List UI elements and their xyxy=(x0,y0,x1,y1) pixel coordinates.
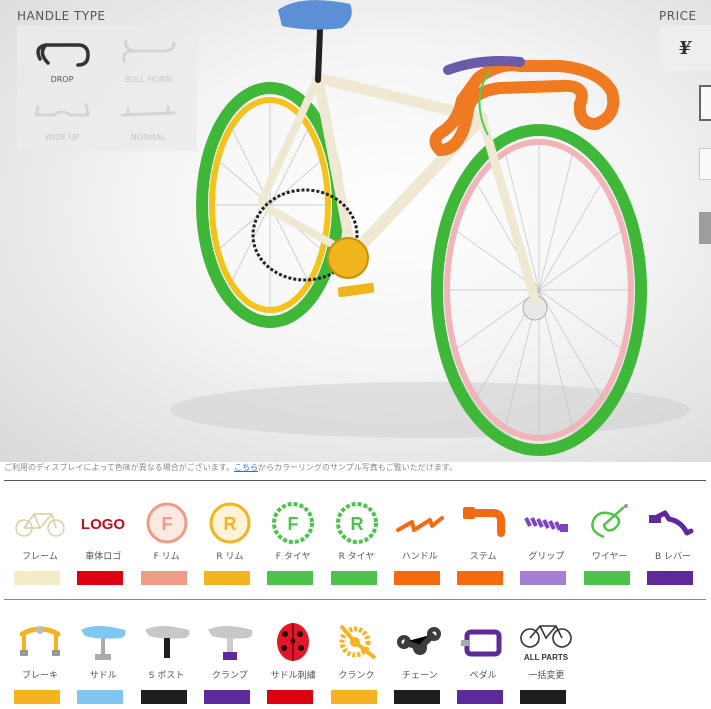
front-wheel xyxy=(431,124,647,456)
color-swatch[interactable] xyxy=(330,571,377,585)
svg-text:F: F xyxy=(161,514,172,534)
color-swatch[interactable] xyxy=(140,571,187,585)
handle-option-label: WIDE UP xyxy=(44,133,80,142)
display-color-notice: ご利用のディスプレイによって色味が異なる場合がございます。こちらからカラーリング… xyxy=(4,462,457,473)
all-parts-icon: ALL PARTS xyxy=(516,620,576,664)
seat-post-icon xyxy=(137,620,197,664)
color-swatch[interactable] xyxy=(77,690,124,704)
drop-handle-icon xyxy=(36,43,90,67)
bike-preview-stage: HANDLE TYPE DROP BULL HORN WIDE UP NORMA… xyxy=(0,0,711,462)
part-label: B レバー xyxy=(654,552,692,562)
svg-text:LOGO: LOGO xyxy=(81,516,125,533)
notice-text: ご利用のディスプレイによって色味が異なる場合がございます。 xyxy=(4,463,234,472)
color-swatch[interactable] xyxy=(457,690,504,704)
stem-icon xyxy=(453,501,513,545)
saddle-icon xyxy=(73,620,133,664)
chain-icon xyxy=(390,620,450,664)
logo-icon: LOGO xyxy=(73,501,133,545)
normal-handle-icon xyxy=(120,105,176,117)
handlebar-icon xyxy=(390,501,450,545)
color-swatch[interactable] xyxy=(203,571,250,585)
handle-option-label: BULL HORN xyxy=(124,75,172,84)
color-swatch[interactable] xyxy=(267,571,314,585)
color-swatch[interactable] xyxy=(77,571,124,585)
wide-up-handle-icon xyxy=(34,103,90,117)
divider-top xyxy=(4,480,706,481)
handle-option-wide-up[interactable]: WIDE UP xyxy=(19,87,105,145)
wire-icon xyxy=(580,501,640,545)
color-swatch[interactable] xyxy=(583,571,630,585)
color-swatch[interactable] xyxy=(393,571,440,585)
handle-option-label: NORMAL xyxy=(130,133,166,142)
pedal-icon xyxy=(453,620,513,664)
brake-lever-icon xyxy=(643,501,703,545)
frame-icon xyxy=(10,501,70,545)
color-swatch[interactable] xyxy=(457,571,504,585)
color-swatch[interactable] xyxy=(203,690,250,704)
color-swatch[interactable] xyxy=(14,690,60,704)
clamp-icon xyxy=(200,620,260,664)
color-swatch[interactable] xyxy=(330,690,377,704)
handle-option-bull-horn[interactable]: BULL HORN xyxy=(105,29,191,87)
bull-horn-handle-icon xyxy=(122,39,176,63)
r-tire-icon: R xyxy=(327,501,387,545)
svg-text:R: R xyxy=(223,514,236,534)
price-value: ¥ xyxy=(678,37,692,59)
r-rim-icon: R xyxy=(200,501,260,545)
handle-option-label: DROP xyxy=(50,75,74,84)
color-swatch[interactable] xyxy=(647,571,693,585)
price-title: PRICE xyxy=(659,9,697,23)
view-tab-2[interactable] xyxy=(699,148,711,180)
svg-text:F: F xyxy=(288,514,299,534)
handle-option-normal[interactable]: NORMAL xyxy=(105,87,191,145)
color-swatch[interactable] xyxy=(520,690,567,704)
color-swatch[interactable] xyxy=(267,690,314,704)
sample-photo-link[interactable]: こちら xyxy=(234,463,258,472)
color-swatch[interactable] xyxy=(393,690,440,704)
handle-type-panel: DROP BULL HORN WIDE UP NORMAL xyxy=(17,25,197,151)
f-rim-icon: F xyxy=(137,501,197,545)
price-box: ¥ xyxy=(659,25,711,71)
view-tab-3[interactable] xyxy=(699,212,711,244)
svg-text:ALL PARTS: ALL PARTS xyxy=(524,653,569,662)
handle-option-drop[interactable]: DROP xyxy=(19,29,105,87)
view-tab-1[interactable] xyxy=(699,85,711,121)
notice-text-after: からカラーリングのサンプル写真もご覧いただけます。 xyxy=(258,463,457,472)
svg-text:R: R xyxy=(350,514,363,534)
saddle-embroidery-icon xyxy=(263,620,323,664)
part-label: 一括変更 xyxy=(528,671,565,681)
color-swatch[interactable] xyxy=(140,690,187,704)
divider-middle xyxy=(4,599,706,600)
handle-type-title: HANDLE TYPE xyxy=(17,9,106,23)
grip-icon xyxy=(516,501,576,545)
color-swatch[interactable] xyxy=(14,571,60,585)
color-swatch[interactable] xyxy=(520,571,567,585)
f-tire-icon: F xyxy=(263,501,323,545)
crank-icon xyxy=(327,620,387,664)
brake-icon xyxy=(10,620,70,664)
